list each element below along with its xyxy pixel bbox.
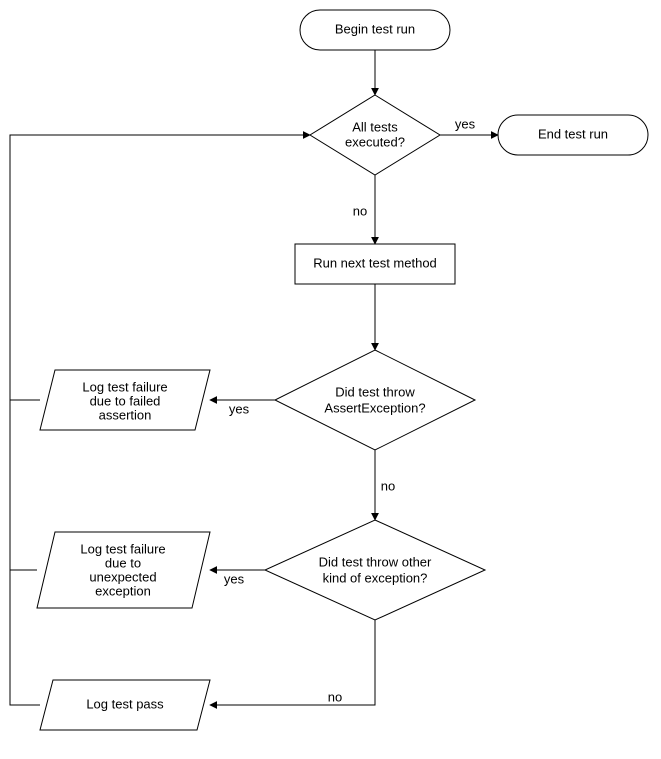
node-other-ex-l1: Did test throw other (319, 554, 432, 569)
node-other-ex-l2: kind of exception? (323, 570, 428, 585)
node-end-label: End test run (538, 126, 608, 141)
node-log-assert-l3: assertion (99, 407, 152, 422)
node-end: End test run (498, 115, 648, 155)
node-all-exec-l1: All tests (352, 119, 398, 134)
node-start: Begin test run (300, 10, 450, 50)
node-assert-ex: Did test throw AssertException? (275, 350, 475, 450)
edge-logother-back (10, 135, 37, 570)
edge-otherex-logpass-label: no (328, 689, 342, 704)
node-assert-ex-l2: AssertException? (324, 400, 425, 415)
node-start-label: Begin test run (335, 21, 415, 36)
node-log-assert-l2: due to failed (90, 393, 161, 408)
node-log-pass-label: Log test pass (86, 696, 164, 711)
edge-logpass-back (10, 135, 40, 705)
edge-allexec-runnext-label: no (353, 203, 367, 218)
node-other-ex: Did test throw other kind of exception? (265, 520, 485, 620)
edge-assertex-otherex-label: no (381, 478, 395, 493)
edge-assertex-logassert-label: yes (229, 401, 250, 416)
node-run-next: Run next test method (295, 244, 455, 284)
edge-allexec-end-label: yes (455, 116, 476, 131)
edge-otherex-logpass (210, 620, 375, 705)
edge-otherex-logother-label: yes (224, 571, 245, 586)
node-log-pass: Log test pass (40, 680, 210, 730)
node-run-next-label: Run next test method (313, 255, 437, 270)
node-log-assert: Log test failure due to failed assertion (40, 370, 210, 430)
edge-logassert-back (10, 135, 310, 400)
node-log-other-l3: unexpected (89, 569, 156, 584)
node-log-other: Log test failure due to unexpected excep… (37, 532, 210, 608)
node-all-exec-l2: executed? (345, 134, 405, 149)
node-all-exec: All tests executed? (310, 95, 440, 175)
node-assert-ex-l1: Did test throw (335, 384, 415, 399)
node-log-other-l2: due to (105, 555, 141, 570)
node-log-other-l4: exception (95, 583, 151, 598)
node-log-assert-l1: Log test failure (82, 379, 167, 394)
flowchart: Begin test run End test run All tests ex… (0, 0, 661, 759)
node-log-other-l1: Log test failure (80, 541, 165, 556)
